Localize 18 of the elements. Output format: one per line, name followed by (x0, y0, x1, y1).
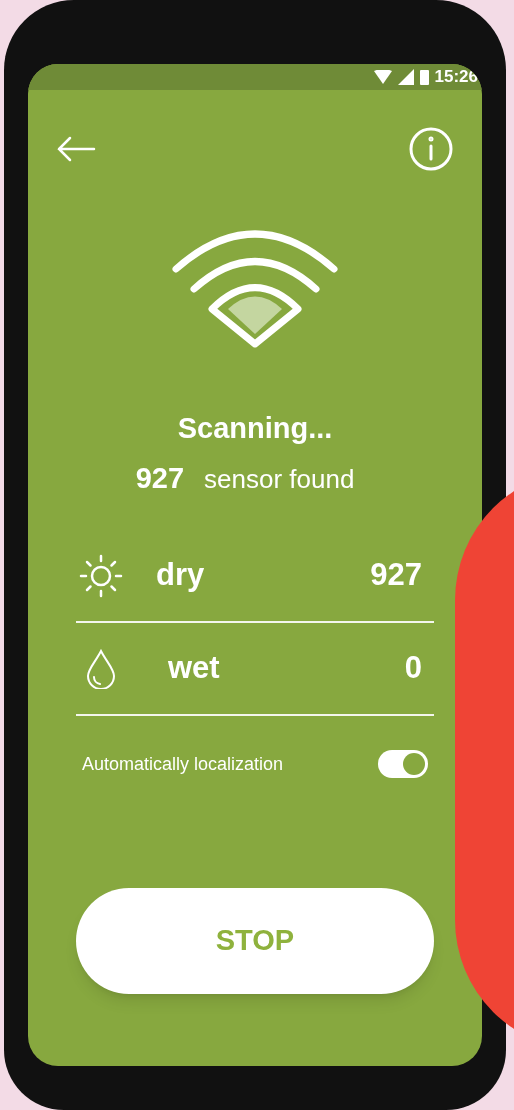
reading-value: 927 (370, 556, 422, 595)
back-arrow-icon[interactable] (56, 136, 96, 162)
water-drop-icon (86, 648, 116, 689)
sun-icon (79, 553, 123, 598)
stop-button[interactable]: STOP (76, 888, 434, 994)
toggle-switch[interactable] (378, 750, 428, 778)
sensor-count: 927 (135, 460, 185, 496)
wifi-status-icon (373, 70, 392, 84)
scanning-title: Scanning... (177, 411, 333, 446)
reading-label: wet (168, 649, 220, 688)
localization-label: Automatically localization (82, 752, 284, 776)
reading-label: dry (156, 556, 205, 595)
sensor-found-label: sensor found (204, 462, 355, 496)
signal-icon (397, 69, 414, 85)
reading-value: 0 (404, 649, 422, 688)
battery-icon (419, 69, 429, 85)
status-time: 15:26 (434, 66, 478, 89)
info-icon[interactable] (408, 126, 454, 172)
